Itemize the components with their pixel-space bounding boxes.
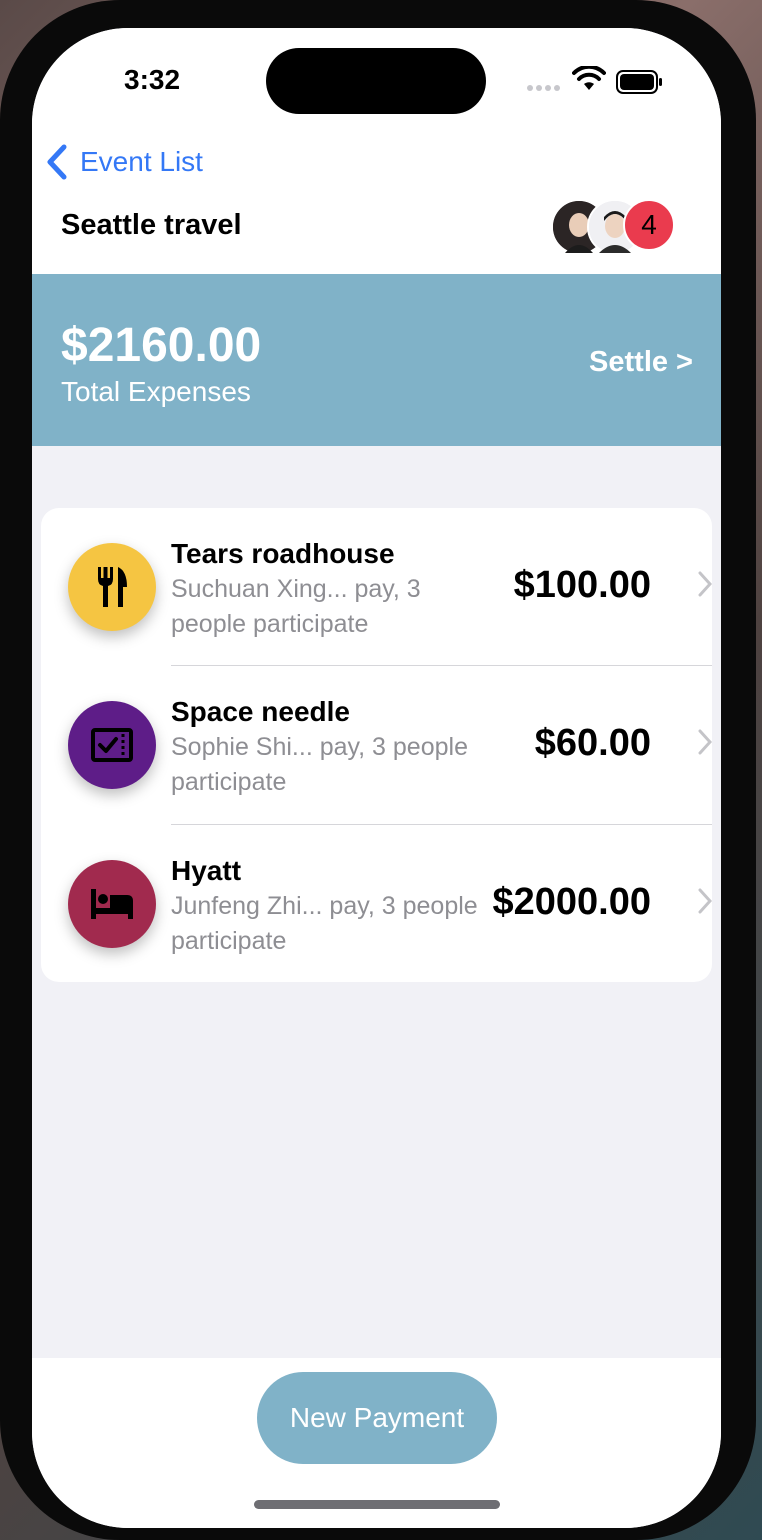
chevron-right-icon (698, 729, 712, 755)
bottom-action-bar: New Payment (32, 1358, 721, 1528)
back-button[interactable]: Event List (44, 144, 203, 180)
cellular-signal-icon (527, 85, 560, 91)
status-time: 3:32 (124, 64, 181, 95)
settle-button[interactable]: Settle > (589, 346, 693, 379)
total-amount: $2160.00 (61, 319, 262, 372)
expense-description: Suchuan Xing... pay, 3 people participat… (171, 575, 421, 638)
app-screen: 3:32 Event List Seattle travel 4 $2160.0… (32, 28, 721, 1528)
page-title: Seattle travel (61, 209, 242, 241)
phone-frame: 3:32 Event List Seattle travel 4 $2160.0… (0, 0, 756, 1540)
list-item[interactable]: Space needle Sophie Shi... pay, 3 people… (41, 666, 712, 824)
total-expenses-banner: $2160.00 Total Expenses Settle > (32, 274, 721, 446)
category-icon-badge (68, 860, 156, 948)
list-item[interactable]: Hyatt Junfeng Zhi... pay, 3 people parti… (41, 825, 712, 983)
battery-icon (616, 70, 662, 94)
expense-amount: $60.00 (534, 722, 651, 764)
member-count-badge: 4 (623, 199, 675, 251)
bed-icon (91, 889, 133, 919)
expense-amount: $2000.00 (492, 881, 652, 923)
member-avatars[interactable]: 4 (551, 199, 677, 255)
expense-list: Tears roadhouse Suchuan Xing... pay, 3 p… (41, 508, 712, 982)
wifi-icon (572, 66, 606, 90)
expense-name: Tears roadhouse (171, 538, 395, 569)
list-item[interactable]: Tears roadhouse Suchuan Xing... pay, 3 p… (41, 508, 712, 666)
dynamic-island (266, 48, 486, 114)
back-label: Event List (80, 146, 203, 177)
fork-knife-icon (98, 567, 127, 607)
chevron-right-icon (698, 888, 712, 914)
expense-name: Hyatt (171, 855, 242, 886)
chevron-right-icon (698, 571, 712, 597)
total-label: Total Expenses (61, 376, 251, 407)
expense-description: Junfeng Zhi... pay, 3 people participate (171, 892, 478, 955)
chevron-left-icon (47, 144, 67, 180)
expense-amount: $100.00 (513, 564, 651, 606)
expense-description: Sophie Shi... pay, 3 people participate (171, 733, 468, 796)
new-payment-button[interactable]: New Payment (257, 1372, 497, 1464)
category-icon-badge (68, 543, 156, 631)
ticket-icon (91, 728, 133, 762)
home-indicator[interactable] (254, 1500, 500, 1509)
category-icon-badge (68, 701, 156, 789)
expense-name: Space needle (171, 696, 350, 727)
